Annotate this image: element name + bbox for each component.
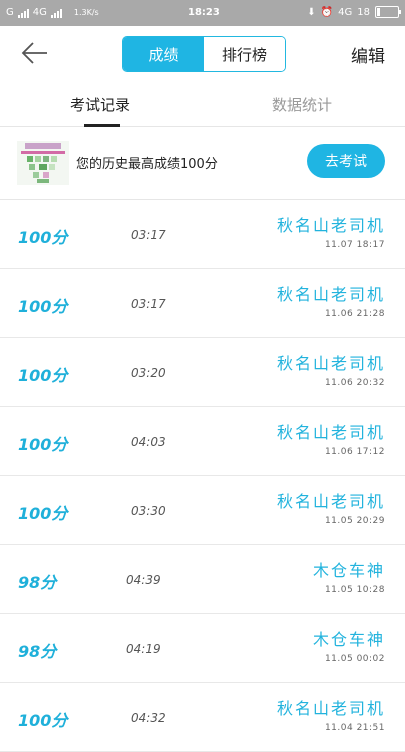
battery-level: 18: [357, 6, 370, 18]
avatar: [17, 141, 69, 185]
record-row[interactable]: 100分 03:17 秋名山老司机 11.07 18:17: [0, 200, 405, 269]
record-duration: 03:20: [131, 366, 166, 380]
battery-fill: [377, 8, 380, 16]
record-row[interactable]: 98分 04:19 木仓车神 11.05 00:02: [0, 614, 405, 683]
download-icon: ⬇: [307, 6, 316, 18]
record-date: 11.04 21:51: [324, 723, 385, 733]
sub-tabs: 考试记录 数据统计: [0, 82, 405, 127]
record-score: 100分: [18, 435, 68, 454]
record-user-name: 秋名山老司机: [276, 354, 385, 373]
record-row[interactable]: 100分 03:17 秋名山老司机 11.06 21:28: [0, 269, 405, 338]
segment-control: 成绩 排行榜: [122, 36, 286, 72]
record-user-name: 秋名山老司机: [276, 285, 385, 304]
record-score: 100分: [18, 366, 68, 385]
record-duration: 04:19: [126, 642, 161, 656]
record-user-name: 秋名山老司机: [276, 216, 385, 235]
status-right: ⬇ ⏰ 4G 18: [307, 6, 401, 18]
record-date: 11.05 10:28: [324, 585, 385, 595]
exam-record-list: 100分 03:17 秋名山老司机 11.07 18:17 100分 03:17 秋名山老司…: [0, 200, 405, 752]
record-score: 100分: [18, 504, 68, 523]
record-user-name: 秋名山老司机: [276, 492, 385, 511]
record-duration: 04:39: [126, 573, 161, 587]
record-row[interactable]: 100分 04:03 秋名山老司机 11.06 17:12: [0, 407, 405, 476]
record-user-name: 木仓车神: [312, 630, 385, 649]
record-user-name: 秋名山老司机: [276, 423, 385, 442]
record-score: 98分: [18, 642, 57, 661]
status-left: G 4G 1.3K/s: [6, 7, 99, 18]
record-score: 100分: [18, 297, 68, 316]
take-exam-button[interactable]: 去考试: [307, 144, 385, 178]
network-right-label: 4G: [338, 6, 353, 18]
record-row[interactable]: 100分 03:30 秋名山老司机 11.05 20:29: [0, 476, 405, 545]
record-date: 11.05 20:29: [324, 516, 385, 526]
tab-exam-records[interactable]: 考试记录: [70, 94, 130, 115]
status-bar: G 4G 1.3K/s 18:23 ⬇ ⏰ 4G 18: [0, 0, 405, 26]
back-arrow-icon[interactable]: [20, 40, 50, 66]
record-score: 98分: [18, 573, 57, 592]
record-date: 11.05 00:02: [324, 654, 385, 664]
alarm-icon: ⏰: [320, 6, 334, 18]
record-row[interactable]: 100分 04:32 秋名山老司机 11.04 21:51: [0, 683, 405, 752]
record-date: 11.06 17:12: [324, 447, 385, 457]
best-score-text: 您的历史最高成绩100分: [76, 157, 218, 172]
top-nav: 成绩 排行榜 编辑: [0, 26, 405, 82]
battery-icon: [375, 6, 401, 18]
record-row[interactable]: 98分 04:39 木仓车神 11.05 10:28: [0, 545, 405, 614]
record-date: 11.06 21:28: [324, 309, 385, 319]
record-row[interactable]: 100分 03:20 秋名山老司机 11.06 20:32: [0, 338, 405, 407]
record-date: 11.07 18:17: [324, 240, 385, 250]
edit-button[interactable]: 编辑: [351, 42, 385, 67]
signal-icon-2: [50, 8, 62, 18]
record-user-name: 木仓车神: [312, 561, 385, 580]
record-duration: 04:32: [131, 711, 166, 725]
record-user-name: 秋名山老司机: [276, 699, 385, 718]
best-score-row: 您的历史最高成绩100分 去考试: [0, 127, 405, 200]
clock: 18:23: [188, 7, 220, 18]
tab-ranking[interactable]: 排行榜: [204, 37, 285, 71]
record-date: 11.06 20:32: [324, 378, 385, 388]
record-duration: 04:03: [131, 435, 166, 449]
network-label: 4G: [32, 7, 47, 18]
record-duration: 03:17: [131, 297, 166, 311]
net-speed: 1.3K/s: [73, 8, 99, 17]
record-duration: 03:17: [131, 228, 166, 242]
carrier-label: G: [6, 7, 14, 18]
record-score: 100分: [18, 228, 68, 247]
record-score: 100分: [18, 711, 68, 730]
tab-scores[interactable]: 成绩: [123, 37, 204, 71]
signal-icon: [17, 8, 29, 18]
tab-statistics[interactable]: 数据统计: [272, 94, 332, 115]
record-duration: 03:30: [131, 504, 166, 518]
